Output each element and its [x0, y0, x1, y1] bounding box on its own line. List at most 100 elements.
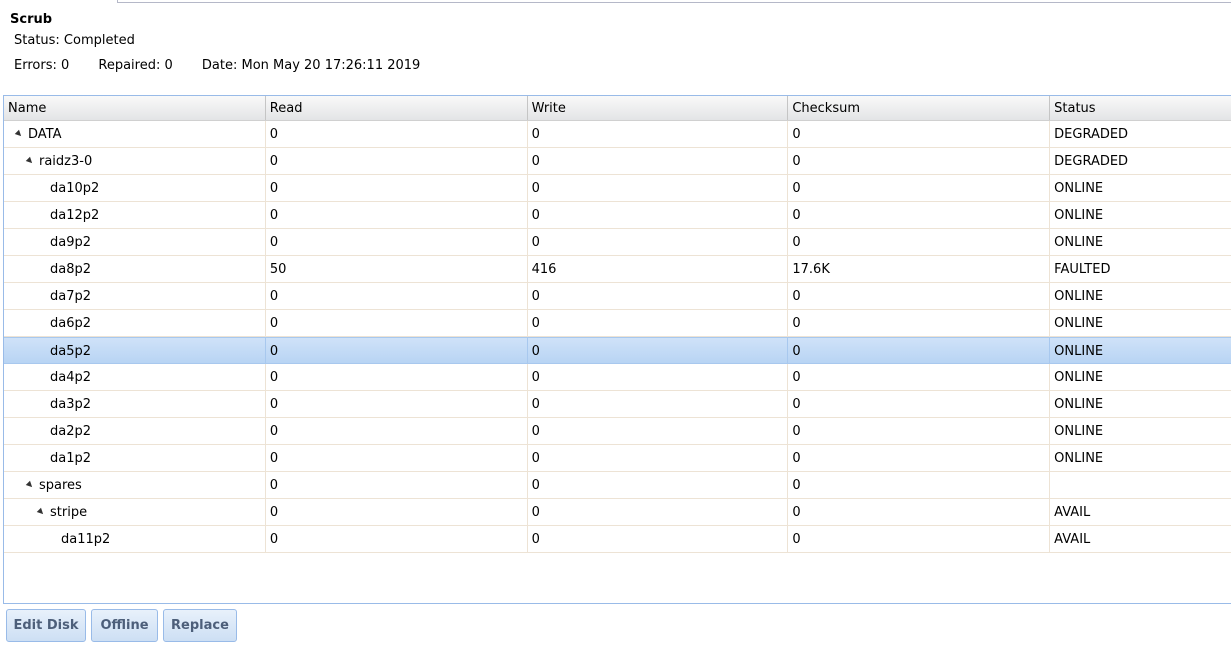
- replace-button[interactable]: Replace: [163, 609, 237, 642]
- checksum-cell: 0: [788, 175, 1051, 201]
- table-row[interactable]: raidz3-0 0 0 0 DEGRADED: [4, 148, 1231, 175]
- table-row[interactable]: da1p2 0 0 0 ONLINE: [4, 445, 1231, 472]
- offline-button[interactable]: Offline: [91, 609, 158, 642]
- name-cell: da4p2: [4, 364, 266, 390]
- pool-status-grid: Name Read Write Checksum Status DATA 0 0…: [3, 95, 1231, 604]
- read-cell: 0: [266, 175, 528, 201]
- scrub-status: Status: Completed: [14, 33, 135, 48]
- row-name: spares: [39, 478, 82, 493]
- name-cell: da8p2: [4, 256, 266, 282]
- table-row[interactable]: da8p2 50 416 17.6K FAULTED: [4, 256, 1231, 283]
- table-row[interactable]: stripe 0 0 0 AVAIL: [4, 499, 1231, 526]
- column-header-name[interactable]: Name: [4, 96, 266, 120]
- status-cell: ONLINE: [1054, 208, 1104, 223]
- read-cell: 0: [266, 338, 528, 363]
- checksum-cell: 0: [788, 148, 1051, 174]
- write-cell: 0: [528, 121, 789, 147]
- table-row[interactable]: da4p2 0 0 0 ONLINE: [4, 364, 1231, 391]
- checksum-cell: 0: [788, 472, 1051, 498]
- table-row[interactable]: da7p2 0 0 0 ONLINE: [4, 283, 1231, 310]
- checksum-cell: 0: [788, 310, 1051, 336]
- column-header-write[interactable]: Write: [528, 96, 789, 120]
- write-cell: 0: [528, 175, 789, 201]
- write-cell: 0: [528, 229, 789, 255]
- status-cell: ONLINE: [1054, 181, 1104, 196]
- read-cell: 0: [266, 121, 528, 147]
- scrub-repaired: Repaired: 0: [98, 58, 173, 73]
- write-cell: 0: [528, 445, 789, 471]
- read-cell: 0: [266, 283, 528, 309]
- button-toolbar: Edit Disk Offline Replace: [0, 604, 1231, 647]
- table-row-selected[interactable]: da5p2 0 0 0 ONLINE: [4, 337, 1231, 364]
- name-cell: da3p2: [4, 391, 266, 417]
- row-name: stripe: [50, 505, 88, 520]
- scrub-title: Scrub: [10, 12, 53, 27]
- status-cell: FAULTED: [1054, 262, 1111, 277]
- status-cell: DEGRADED: [1054, 154, 1129, 169]
- read-cell: 0: [266, 229, 528, 255]
- name-cell: da1p2: [4, 445, 266, 471]
- table-row[interactable]: da11p2 0 0 0 AVAIL: [4, 526, 1231, 553]
- status-cell: ONLINE: [1054, 289, 1104, 304]
- column-header-read[interactable]: Read: [266, 96, 528, 120]
- grid-header: Name Read Write Checksum Status: [4, 96, 1231, 121]
- scrub-summary: Errors: 0 Repaired: 0 Date: Mon May 20 1…: [14, 58, 445, 73]
- name-cell: da6p2: [4, 310, 266, 336]
- checksum-cell: 0: [788, 391, 1051, 417]
- table-row[interactable]: DATA 0 0 0 DEGRADED: [4, 121, 1231, 148]
- name-cell: da9p2: [4, 229, 266, 255]
- row-name: DATA: [28, 127, 62, 142]
- checksum-cell: 0: [788, 121, 1051, 147]
- name-cell: DATA: [4, 121, 266, 147]
- checksum-cell: 0: [788, 445, 1051, 471]
- expand-arrow-icon[interactable]: [25, 480, 35, 490]
- write-cell: 416: [528, 256, 789, 282]
- name-cell: da10p2: [4, 175, 266, 201]
- column-header-status[interactable]: Status: [1050, 96, 1231, 120]
- edit-disk-button[interactable]: Edit Disk: [6, 609, 86, 642]
- status-cell: ONLINE: [1054, 344, 1104, 359]
- name-cell: raidz3-0: [4, 148, 266, 174]
- checksum-cell: 0: [788, 202, 1051, 228]
- write-cell: 0: [528, 148, 789, 174]
- name-cell: spares: [4, 472, 266, 498]
- name-cell: stripe: [4, 499, 266, 525]
- checksum-cell: 0: [788, 418, 1051, 444]
- table-row[interactable]: da3p2 0 0 0 ONLINE: [4, 391, 1231, 418]
- write-cell: 0: [528, 418, 789, 444]
- status-cell: ONLINE: [1054, 451, 1104, 466]
- read-cell: 0: [266, 472, 528, 498]
- read-cell: 0: [266, 148, 528, 174]
- expand-arrow-icon[interactable]: [14, 129, 24, 139]
- read-cell: 50: [266, 256, 528, 282]
- expand-arrow-icon[interactable]: [25, 156, 35, 166]
- read-cell: 0: [266, 526, 528, 552]
- expand-arrow-icon[interactable]: [36, 507, 46, 517]
- table-row[interactable]: da6p2 0 0 0 ONLINE: [4, 310, 1231, 337]
- table-row[interactable]: da9p2 0 0 0 ONLINE: [4, 229, 1231, 256]
- name-cell: da5p2: [4, 338, 266, 363]
- status-cell: ONLINE: [1054, 370, 1104, 385]
- name-cell: da7p2: [4, 283, 266, 309]
- write-cell: 0: [528, 499, 789, 525]
- status-cell: [1050, 472, 1231, 498]
- name-cell: da12p2: [4, 202, 266, 228]
- status-cell: ONLINE: [1054, 235, 1104, 250]
- checksum-cell: 0: [788, 364, 1051, 390]
- write-cell: 0: [528, 472, 789, 498]
- checksum-cell: 0: [788, 499, 1051, 525]
- checksum-cell: 0: [788, 526, 1051, 552]
- table-row[interactable]: spares 0 0 0: [4, 472, 1231, 499]
- column-header-checksum[interactable]: Checksum: [788, 96, 1051, 120]
- read-cell: 0: [266, 418, 528, 444]
- table-row[interactable]: da12p2 0 0 0 ONLINE: [4, 202, 1231, 229]
- table-row[interactable]: da10p2 0 0 0 ONLINE: [4, 175, 1231, 202]
- read-cell: 0: [266, 499, 528, 525]
- table-row[interactable]: da2p2 0 0 0 ONLINE: [4, 418, 1231, 445]
- write-cell: 0: [528, 310, 789, 336]
- read-cell: 0: [266, 202, 528, 228]
- checksum-cell: 0: [788, 283, 1051, 309]
- name-cell: da11p2: [4, 526, 266, 552]
- read-cell: 0: [266, 364, 528, 390]
- status-cell: ONLINE: [1054, 424, 1104, 439]
